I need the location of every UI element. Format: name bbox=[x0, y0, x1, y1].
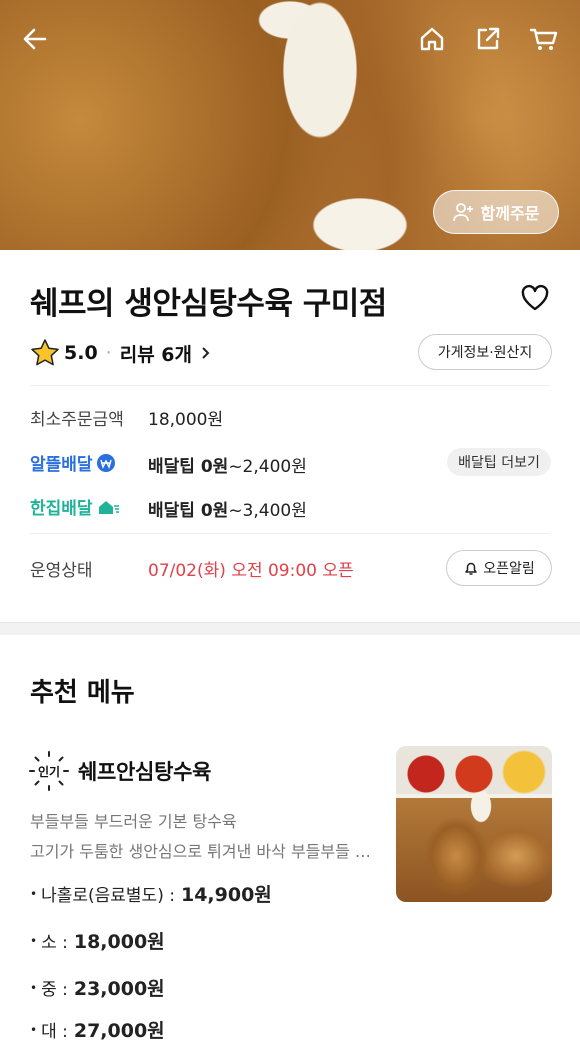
bullet: • bbox=[30, 887, 38, 901]
together-order-label: 함께주문 bbox=[480, 204, 540, 223]
delivery-brand-saver: 알뜰배달 bbox=[30, 450, 116, 475]
popular-badge-text: 인기 bbox=[37, 765, 61, 779]
share-button[interactable] bbox=[471, 22, 505, 56]
store-info-button[interactable]: 가게정보·원산지 bbox=[418, 334, 552, 370]
saver-delivery-tip: 배달팁 0원~2,400원 bbox=[148, 452, 307, 477]
saver-delivery-label: 알뜰배달 bbox=[30, 455, 93, 475]
back-arrow-icon bbox=[23, 28, 47, 50]
cart-icon bbox=[529, 28, 558, 50]
together-order-button[interactable]: 함께주문 bbox=[433, 190, 559, 234]
rating-row: 5.0 · 리뷰 6개 bbox=[30, 338, 214, 368]
star-icon bbox=[31, 339, 59, 366]
price-option-label: 소 : bbox=[41, 933, 68, 953]
price-option: • 중 : 23,000원 bbox=[30, 974, 165, 1001]
price-option-label: 나홀로(음료별도) : bbox=[41, 886, 175, 906]
single-tip-label: 배달팁 0원 bbox=[148, 501, 229, 521]
section-separator bbox=[0, 622, 580, 635]
chevron-right-icon bbox=[202, 347, 210, 359]
menu-desc-line2: 고기가 두툼한 생안심으로 튀겨낸 바삭 부들부들 탕수육 bbox=[30, 842, 380, 861]
store-name: 쉐프의 생안심탕수육 구미점 bbox=[30, 286, 387, 322]
price-option-label: 중 : bbox=[41, 980, 68, 1000]
price-option: • 소 : 18,000원 bbox=[30, 927, 165, 954]
won-badge-icon bbox=[96, 453, 115, 472]
share-icon bbox=[477, 27, 500, 50]
divider bbox=[30, 385, 550, 386]
home-icon bbox=[420, 27, 444, 51]
store-info-section: 쉐프의 생안심탕수육 구미점 5.0 · 리뷰 6개 가게정보·원산지 최소주문… bbox=[0, 250, 580, 622]
review-link[interactable]: 리뷰 6개 bbox=[120, 340, 214, 367]
open-alarm-label: 오픈알림 bbox=[483, 561, 535, 577]
back-button[interactable] bbox=[18, 22, 52, 56]
bullet: • bbox=[30, 934, 38, 948]
popular-badge: 인기 bbox=[28, 750, 70, 792]
delivery-brand-single: 한집배달 bbox=[30, 494, 120, 519]
home-button[interactable] bbox=[415, 22, 449, 56]
house-speed-icon bbox=[98, 500, 119, 514]
price-option: • 나홀로(음료별도) : 14,900원 bbox=[30, 880, 272, 907]
divider bbox=[30, 533, 550, 534]
price-option-value: 27,000원 bbox=[73, 1020, 165, 1042]
bullet: • bbox=[30, 981, 38, 995]
bullet: • bbox=[30, 1023, 38, 1037]
menu-name: 쉐프안심탕수육 bbox=[78, 760, 212, 784]
min-order-value: 18,000원 bbox=[148, 410, 224, 430]
menu-item[interactable]: 인기 쉐프안심탕수육 부들부들 부드러운 기본 탕수육 고기가 두툼한 생안심으… bbox=[0, 740, 580, 1042]
single-tip-range: ~3,400원 bbox=[228, 501, 307, 521]
delivery-tip-more-button[interactable]: 배달팁 더보기 bbox=[447, 448, 551, 476]
rating-score: 5.0 bbox=[64, 342, 98, 364]
single-delivery-tip: 배달팁 0원~3,400원 bbox=[148, 496, 307, 521]
price-option-value: 23,000원 bbox=[73, 978, 165, 1000]
price-option-value: 18,000원 bbox=[73, 931, 165, 953]
status-label: 운영상태 bbox=[30, 561, 93, 581]
add-person-icon bbox=[452, 203, 473, 222]
recommended-menu-title: 추천 메뉴 bbox=[30, 678, 135, 708]
single-delivery-label: 한집배달 bbox=[30, 499, 93, 519]
heart-icon bbox=[521, 284, 549, 311]
price-option-label: 대 : bbox=[41, 1022, 68, 1042]
menu-desc-line1: 부들부들 부드러운 기본 탕수육 bbox=[30, 812, 237, 831]
price-option-value: 14,900원 bbox=[180, 884, 272, 906]
price-option: • 대 : 27,000원 bbox=[30, 1016, 165, 1043]
saver-tip-label: 배달팁 0원 bbox=[148, 457, 229, 477]
bell-icon bbox=[465, 562, 477, 575]
cart-button[interactable] bbox=[527, 22, 561, 56]
review-count: 리뷰 6개 bbox=[119, 343, 192, 366]
status-value: 07/02(화) 오전 09:00 오픈 bbox=[148, 561, 354, 581]
menu-thumbnail bbox=[396, 746, 552, 902]
store-hero-image: 함께주문 bbox=[0, 0, 580, 250]
open-alarm-button[interactable]: 오픈알림 bbox=[446, 550, 552, 586]
min-order-label: 최소주문금액 bbox=[30, 410, 124, 430]
separator-dot: · bbox=[105, 342, 112, 364]
saver-tip-range: ~2,400원 bbox=[228, 457, 307, 477]
favorite-button[interactable] bbox=[520, 284, 550, 312]
